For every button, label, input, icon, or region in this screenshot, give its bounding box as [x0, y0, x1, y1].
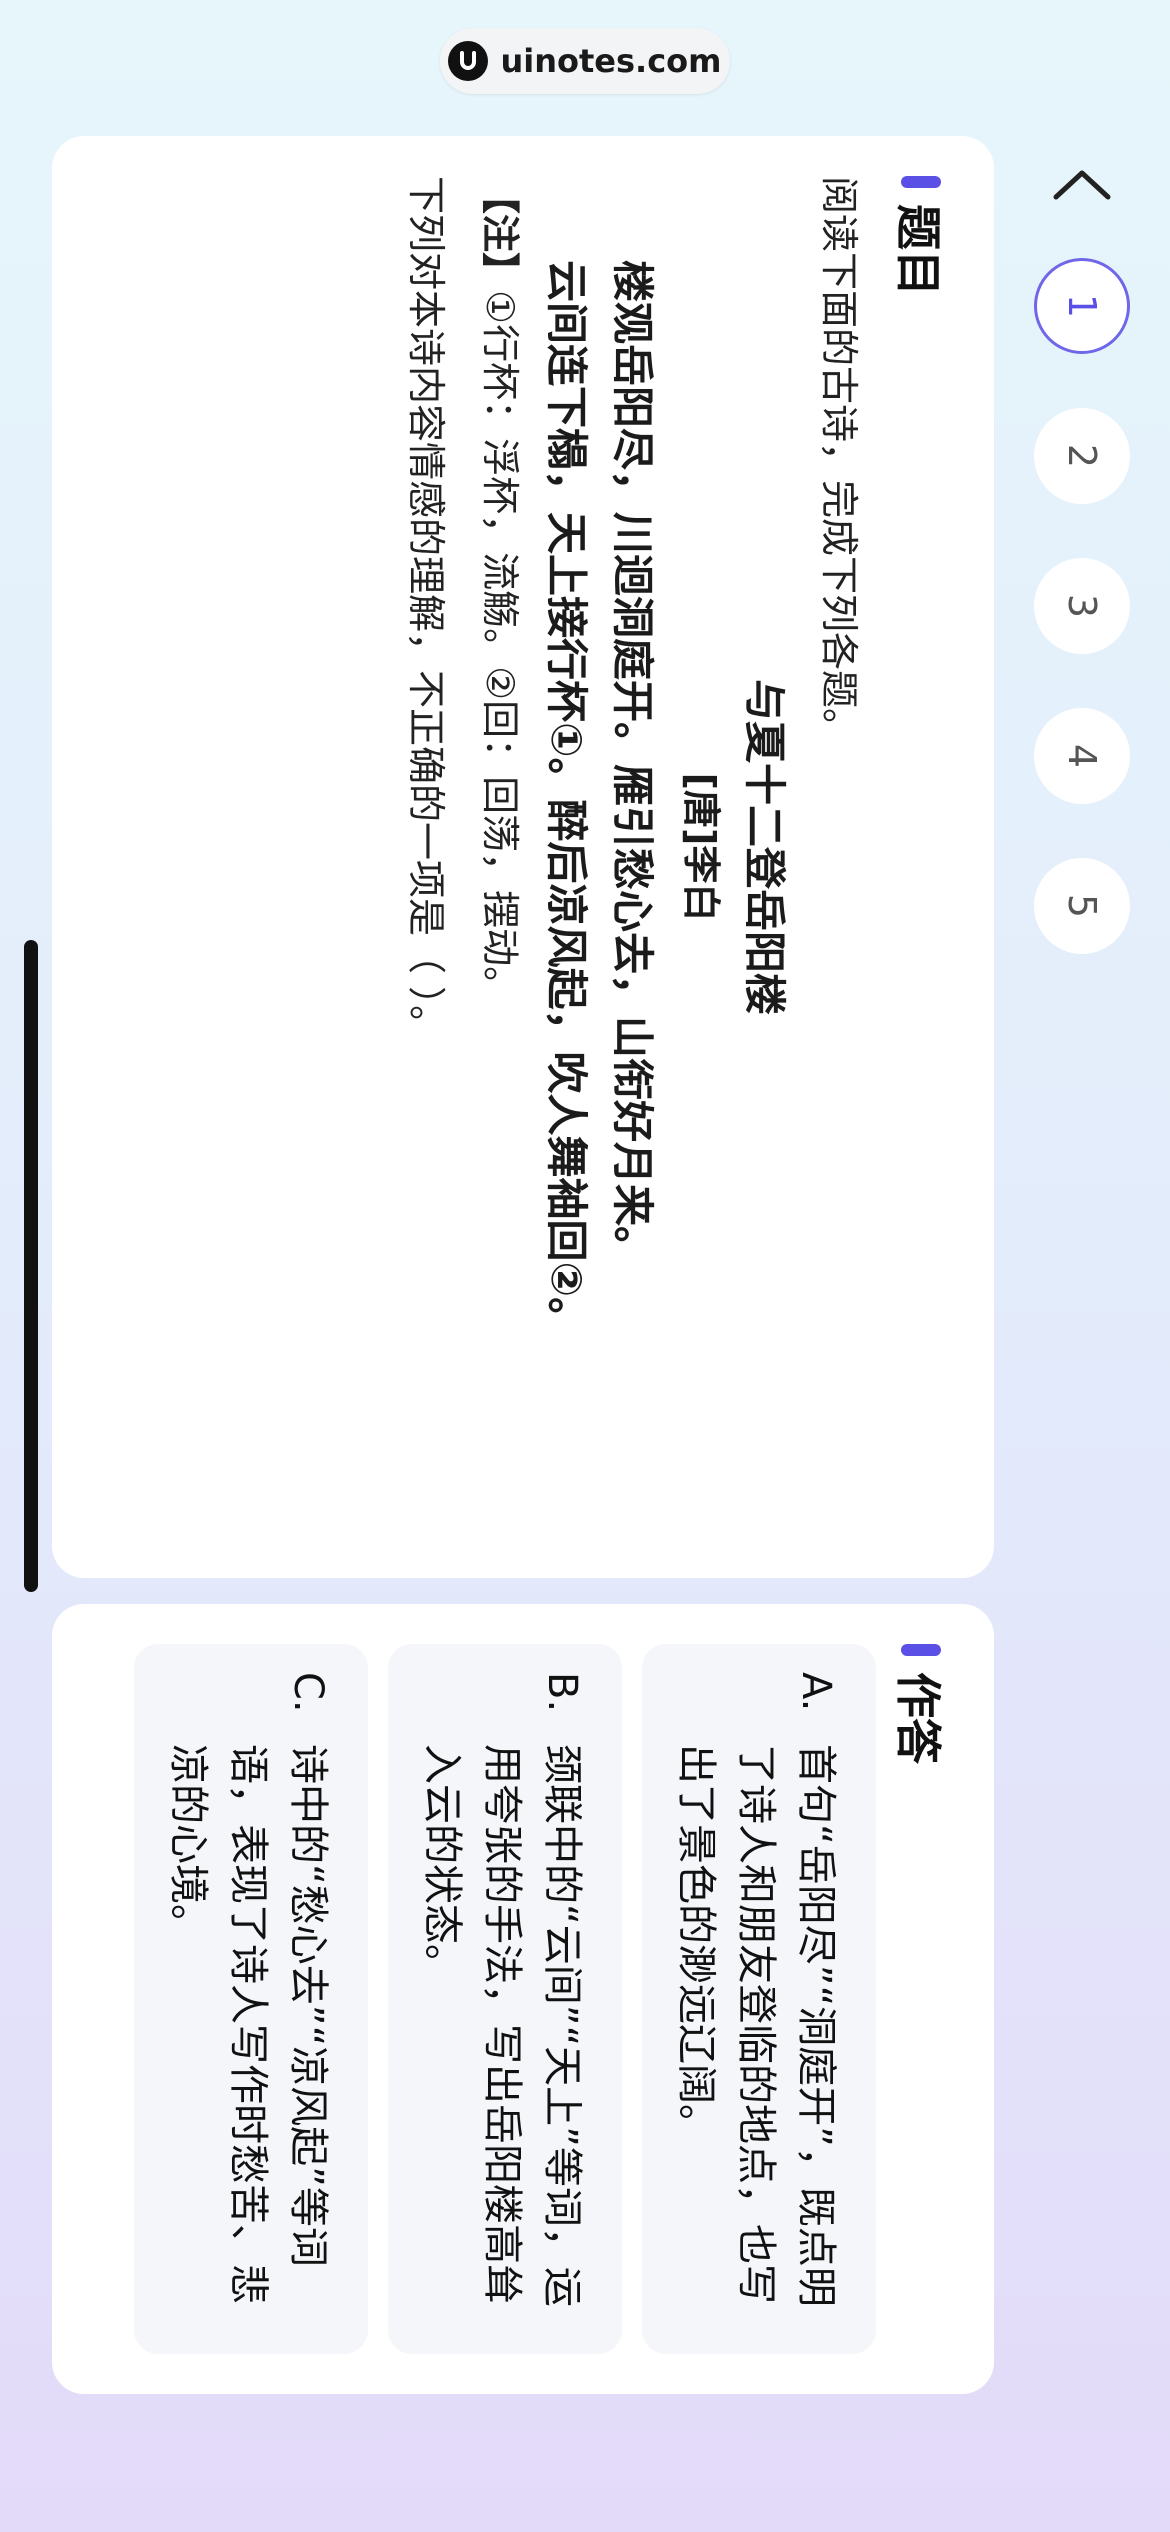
- option-letter: C.: [285, 1672, 331, 1713]
- note-label: 【注】: [478, 176, 522, 291]
- option-letter: A.: [793, 1672, 839, 1712]
- question-card: 题目 阅读下面的古诗，完成下列各题。 与夏十二登岳阳楼 [唐]李白 楼观岳阳尽，…: [52, 136, 994, 1578]
- option-b[interactable]: B. 颈联中的“云间”“天上”等词，运用夸张的手法，写出岳阳楼高耸入云的状态。: [388, 1644, 622, 2354]
- option-text: 颈联中的“云间”“天上”等词，运用夸张的手法，写出岳阳楼高耸入云的状态。: [419, 1744, 585, 2307]
- poem-line-1: 楼观岳阳尽，川迥洞庭开。雁引愁心去，山衔好月来。: [608, 260, 657, 1269]
- option-letter: B.: [539, 1672, 585, 1713]
- question-section-title: 题目: [891, 204, 945, 296]
- question-nav-4[interactable]: 4: [1034, 708, 1130, 804]
- question-nav-number: 2: [1060, 443, 1104, 469]
- title-accent-bar: [901, 1644, 941, 1656]
- poem-note: 【注】①行杯：浮杯，流觞。②回：回荡，摆动。: [467, 176, 533, 1518]
- question-nav-number: 5: [1060, 893, 1104, 919]
- question-nav-number: 3: [1060, 593, 1104, 619]
- option-c[interactable]: C. 诗中的“愁心去”“凉风起”等词语，表现了诗人写作时愁苦、悲凉的心境。: [134, 1644, 368, 2354]
- question-prompt: 下列对本诗内容情感的理解，不正确的一项是（ ）。: [404, 176, 448, 1044]
- option-text: 诗中的“愁心去”“凉风起”等词语，表现了诗人写作时愁苦、悲凉的心境。: [165, 1744, 331, 2304]
- poem-line-2: 云间连下榻，天上接行杯①。醉后凉风起，吹人舞袖回②。: [542, 260, 591, 1340]
- poem-title: 与夏十二登岳阳楼: [740, 678, 789, 1015]
- question-nav-3[interactable]: 3: [1034, 558, 1130, 654]
- question-nav-number: 1: [1060, 293, 1104, 319]
- poem-author: [唐]李白: [679, 772, 723, 922]
- title-accent-bar: [901, 176, 941, 188]
- uinotes-logo-icon: [448, 41, 489, 81]
- question-body: 阅读下面的古诗，完成下列各题。 与夏十二登岳阳楼 [唐]李白 楼观岳阳尽，川迥洞…: [393, 176, 869, 1518]
- question-nav-number: 4: [1060, 743, 1104, 769]
- collapse-chevron-icon[interactable]: [1050, 160, 1114, 208]
- question-card-content: 题目 阅读下面的古诗，完成下列各题。 与夏十二登岳阳楼 [唐]李白 楼观岳阳尽，…: [52, 136, 994, 1578]
- answer-section-header: 作答: [888, 1644, 954, 1764]
- home-indicator[interactable]: [24, 940, 38, 1592]
- question-intro: 阅读下面的古诗，完成下列各题。: [817, 176, 861, 747]
- answer-section-title: 作答: [891, 1672, 945, 1764]
- option-text: 首句“岳阳尽”“洞庭开”，既点明了诗人和朋友登临的地点，也写出了景色的渺远辽阔。: [673, 1744, 839, 2307]
- answer-card: 作答 A. 首句“岳阳尽”“洞庭开”，既点明了诗人和朋友登临的地点，也写出了景色…: [52, 1604, 994, 2394]
- question-nav-2[interactable]: 2: [1034, 408, 1130, 504]
- option-a[interactable]: A. 首句“岳阳尽”“洞庭开”，既点明了诗人和朋友登临的地点，也写出了景色的渺远…: [642, 1644, 876, 2354]
- watermark-text: uinotes.com: [500, 42, 722, 80]
- question-nav-1[interactable]: 1: [1034, 258, 1130, 354]
- question-nav-5[interactable]: 5: [1034, 858, 1130, 954]
- answer-options: A. 首句“岳阳尽”“洞庭开”，既点明了诗人和朋友登临的地点，也写出了景色的渺远…: [114, 1644, 876, 2354]
- watermark-badge: uinotes.com: [440, 28, 730, 94]
- answer-card-content: 作答 A. 首句“岳阳尽”“洞庭开”，既点明了诗人和朋友登临的地点，也写出了景色…: [52, 1604, 994, 2394]
- question-section-header: 题目: [888, 176, 954, 296]
- note-text: ①行杯：浮杯，流觞。②回：回荡，摆动。: [478, 290, 522, 1005]
